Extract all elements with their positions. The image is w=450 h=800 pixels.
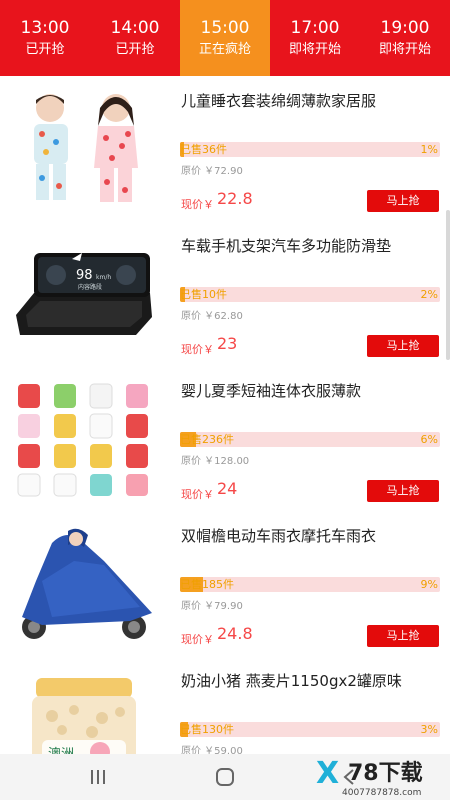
product-image-raincoat[interactable]	[12, 521, 156, 645]
watermark-title: 78下载	[348, 761, 423, 786]
recent-apps-button[interactable]	[68, 754, 128, 800]
current-price-label: 现价￥	[181, 633, 214, 646]
tab-time: 14:00	[110, 18, 160, 38]
tab-time: 17:00	[290, 18, 340, 38]
current-price-label: 现价￥	[181, 343, 214, 356]
product-image-oatmeal[interactable]: 澳洲	[12, 666, 156, 754]
original-price: 原价 ￥128.00	[181, 456, 250, 467]
product-title[interactable]: 儿童睡衣套装绵绸薄款家居服	[181, 90, 441, 111]
sold-count: 已售36件	[180, 143, 227, 156]
tab-status: 即将开始	[378, 42, 431, 57]
watermark-url: 4007787878.com	[342, 788, 422, 798]
product-title[interactable]: 车载手机支架汽车多功能防滑垫	[181, 235, 441, 256]
sold-percent: 2%	[420, 288, 438, 301]
buy-now-button[interactable]: 马上抢	[367, 625, 439, 647]
speed-caption: 内容路段	[78, 283, 102, 291]
tab-15-00[interactable]: 15:00 正在疯抢	[180, 0, 270, 76]
sold-percent: 3%	[420, 723, 438, 736]
sold-count: 已售185件	[180, 578, 234, 591]
buy-now-button[interactable]: 马上抢	[367, 190, 439, 212]
sold-percent: 6%	[420, 433, 438, 446]
speed-unit: km/h	[96, 274, 111, 281]
current-price: 24.8	[217, 624, 253, 643]
tab-13-00[interactable]: 13:00 已开抢	[0, 0, 90, 76]
tab-status: 即将开始	[288, 42, 341, 57]
sold-percent: 9%	[420, 578, 438, 591]
sold-percent: 1%	[420, 143, 438, 156]
current-price: 24	[217, 479, 238, 498]
buy-now-button[interactable]: 马上抢	[367, 335, 439, 357]
current-price-label: 现价￥	[181, 488, 214, 501]
watermark-logo: X 78下载 4007787878.com	[316, 758, 446, 800]
current-price: 22.8	[217, 189, 253, 208]
tab-14-00[interactable]: 14:00 已开抢	[90, 0, 180, 76]
product-image-car-phone-holder[interactable]: 98 km/h 内容路段	[12, 231, 156, 355]
product-item[interactable]: 98 km/h 内容路段 车载手机支架汽车多功能防滑垫 已售10件 2% 原价 …	[0, 221, 450, 366]
product-item[interactable]: 儿童睡衣套装绵绸薄款家居服 已售36件 1% 原价 ￥72.90 现价￥ 22.…	[0, 76, 450, 221]
package-label: 澳洲	[48, 746, 74, 754]
sold-count: 已售130件	[180, 723, 234, 736]
speed-readout: 98	[76, 268, 93, 283]
flash-sale-time-tabs: 13:00 已开抢 14:00 已开抢 15:00 正在疯抢 17:00 即将开…	[0, 0, 450, 76]
current-price: 23	[217, 334, 238, 353]
product-image-kids-pajamas[interactable]	[12, 86, 156, 210]
product-title[interactable]: 奶油小猪 燕麦片1150gx2罐原味	[181, 670, 441, 691]
home-circle-icon	[216, 768, 234, 786]
product-title[interactable]: 双帽檐电动车雨衣摩托车雨衣	[181, 525, 441, 546]
original-price: 原价 ￥59.00	[181, 746, 243, 754]
tab-time: 15:00	[200, 18, 250, 38]
product-item[interactable]: 澳洲 奶油小猪 燕麦片1150gx2罐原味 已售130件 3% 原价 ￥59.0…	[0, 656, 450, 754]
original-price: 原价 ￥62.80	[181, 311, 243, 322]
tab-19-00[interactable]: 19:00 即将开始	[360, 0, 450, 76]
tab-status: 正在疯抢	[198, 42, 251, 57]
product-item[interactable]: 婴儿夏季短袖连体衣服薄款 已售236件 6% 原价 ￥128.00 现价￥ 24…	[0, 366, 450, 511]
tab-17-00[interactable]: 17:00 即将开始	[270, 0, 360, 76]
product-title[interactable]: 婴儿夏季短袖连体衣服薄款	[181, 380, 441, 401]
tab-time: 13:00	[20, 18, 70, 38]
scrollbar-thumb[interactable]	[446, 210, 450, 360]
home-button[interactable]	[195, 754, 255, 800]
original-price: 原价 ￥79.90	[181, 601, 243, 612]
product-item[interactable]: 双帽檐电动车雨衣摩托车雨衣 已售185件 9% 原价 ￥79.90 现价￥ 24…	[0, 511, 450, 656]
tab-time: 19:00	[380, 18, 430, 38]
product-list[interactable]: 儿童睡衣套装绵绸薄款家居服 已售36件 1% 原价 ￥72.90 现价￥ 22.…	[0, 76, 450, 754]
watermark-x: X	[316, 756, 340, 791]
sold-count: 已售10件	[180, 288, 227, 301]
sold-count: 已售236件	[180, 433, 234, 446]
recent-apps-icon	[91, 770, 105, 784]
tab-status: 已开抢	[115, 42, 155, 57]
current-price-label: 现价￥	[181, 198, 214, 211]
product-image-baby-clothes[interactable]	[12, 376, 156, 500]
tab-status: 已开抢	[25, 42, 65, 57]
original-price: 原价 ￥72.90	[181, 166, 243, 177]
buy-now-button[interactable]: 马上抢	[367, 480, 439, 502]
